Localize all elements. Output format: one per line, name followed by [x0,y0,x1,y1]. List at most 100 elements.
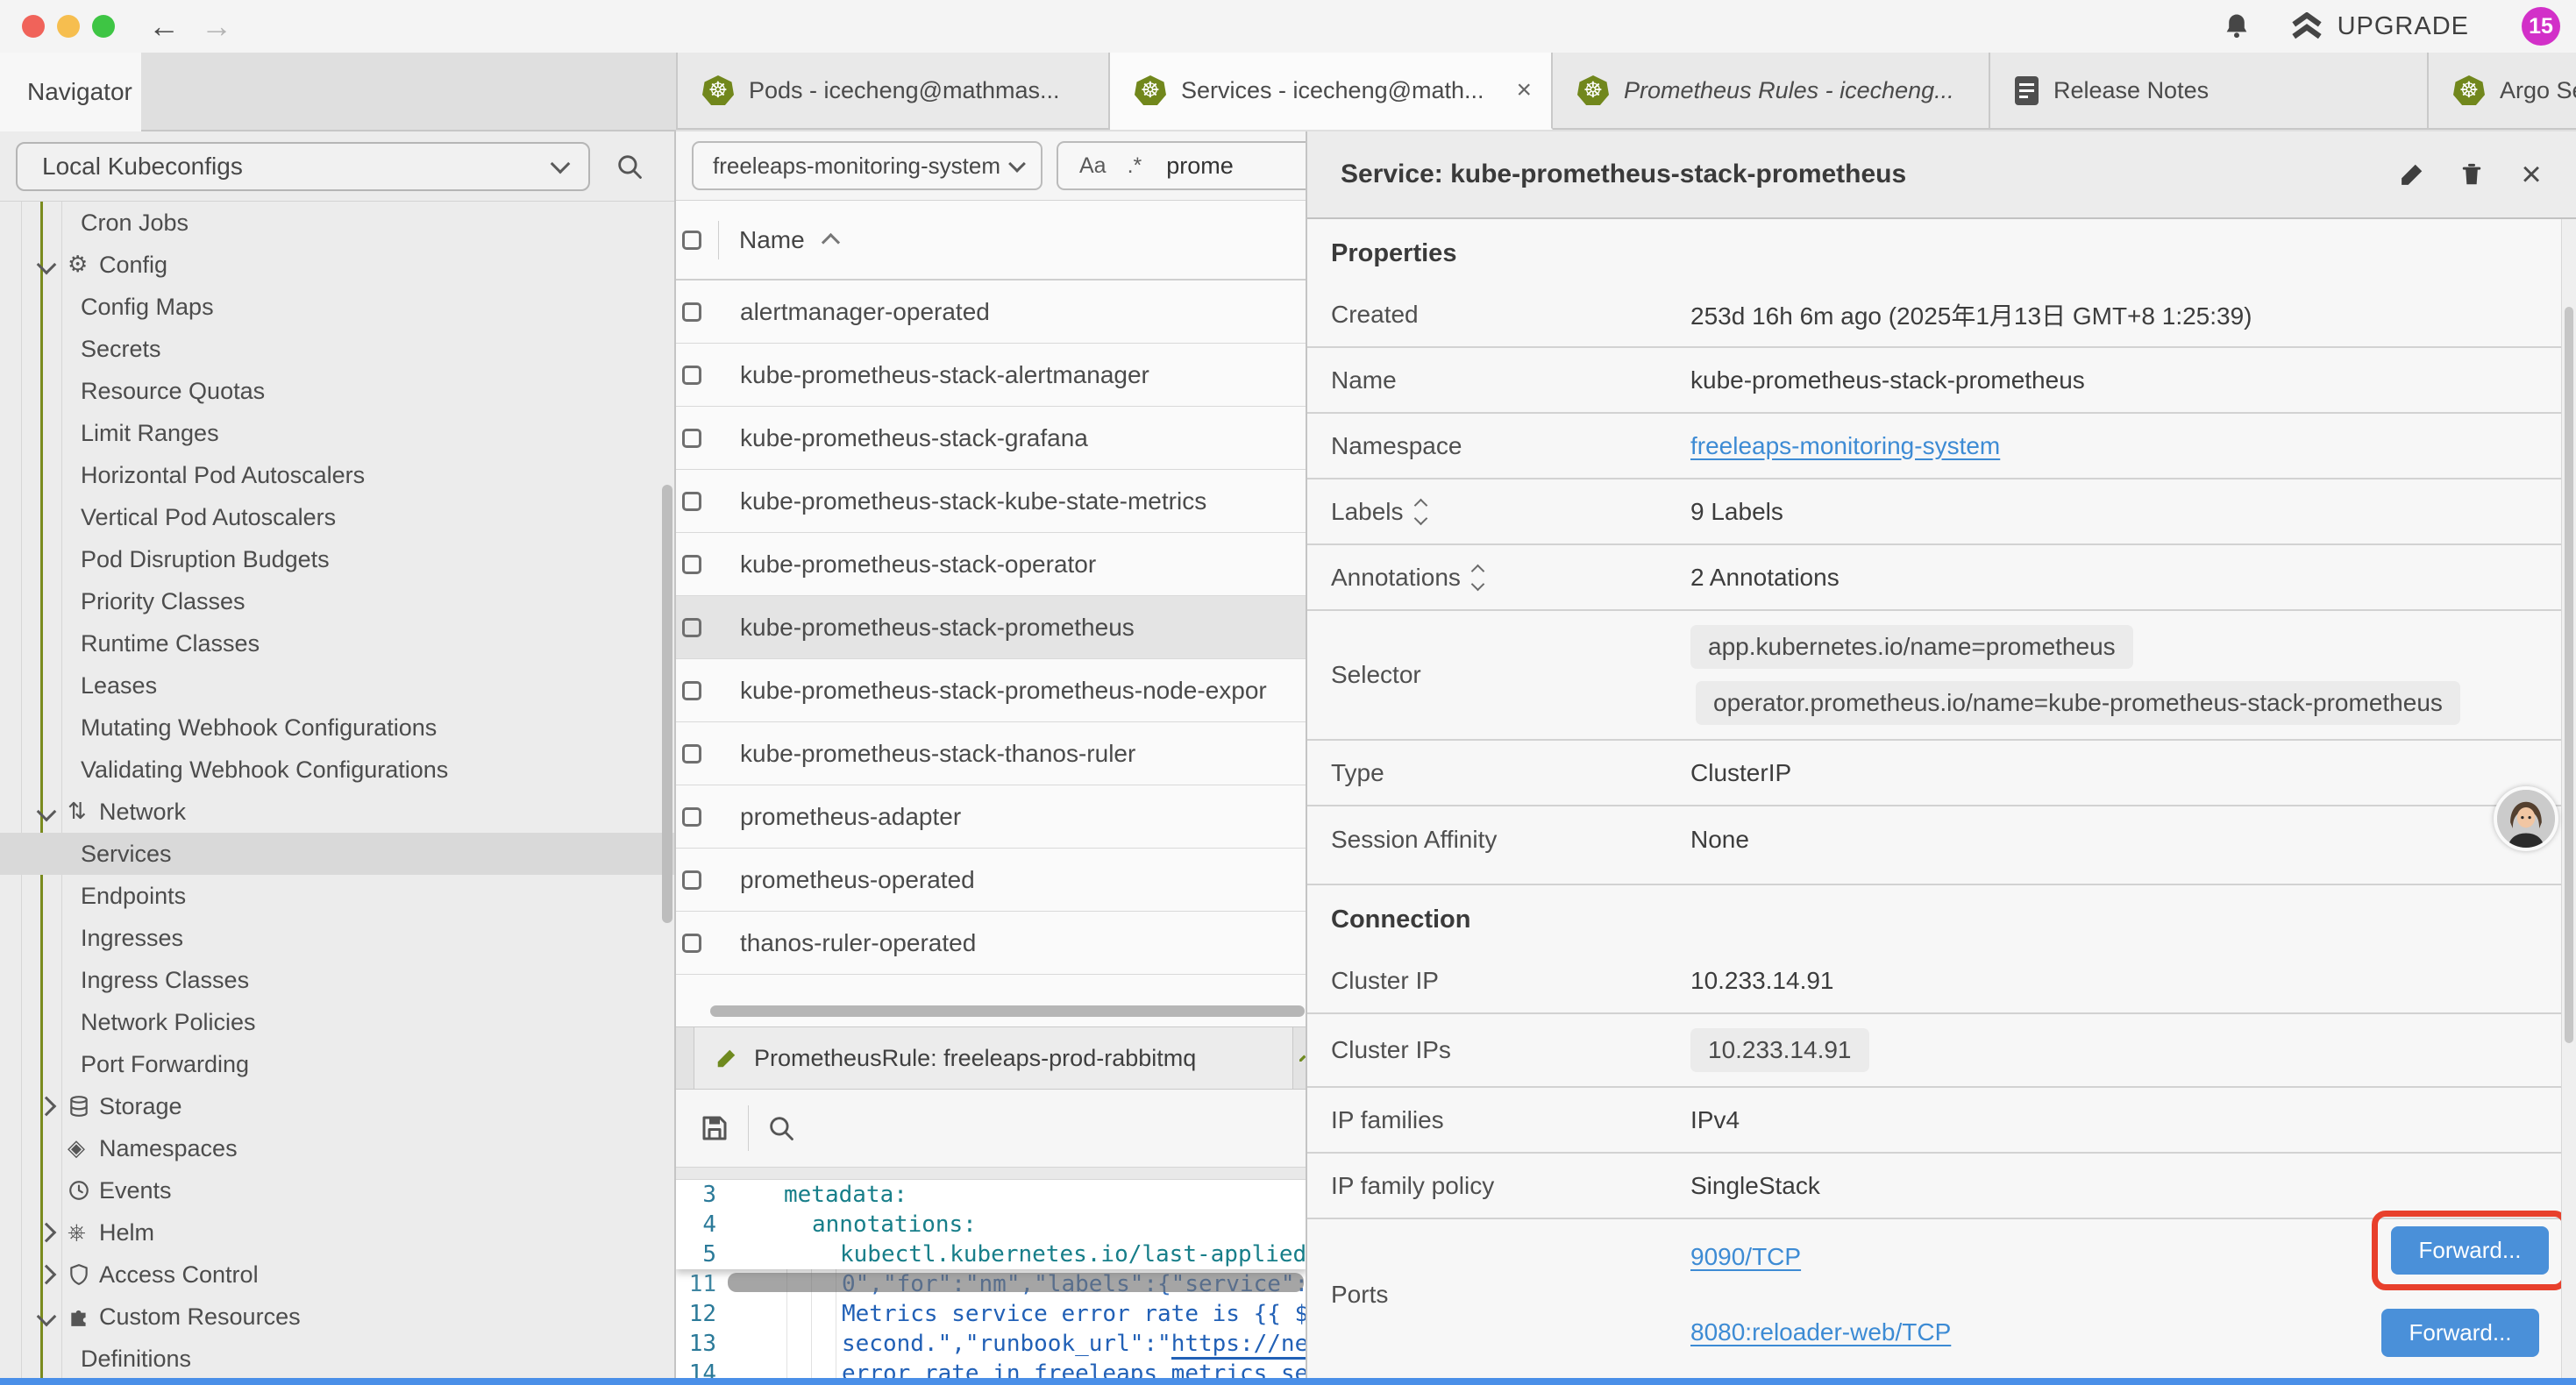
sidebar-item-services[interactable]: Services [0,833,674,875]
table-row[interactable]: prometheus-operated [676,849,1306,912]
maximize-window-button[interactable] [92,15,115,38]
row-checkbox[interactable] [682,744,701,764]
table-row[interactable]: kube-prometheus-stack-thanos-ruler [676,722,1306,785]
tab-close-icon[interactable]: × [1516,75,1532,105]
sidebar-item-endpoints[interactable]: Endpoints [0,875,674,917]
back-arrow-icon[interactable]: ← [148,0,180,53]
forward-arrow-icon[interactable]: → [201,0,232,53]
close-window-button[interactable] [22,15,45,38]
select-all-checkbox[interactable] [682,231,701,250]
table-horizontal-scrollbar[interactable] [710,1005,1305,1017]
row-checkbox[interactable] [682,492,701,511]
chevron-right-icon[interactable] [37,1265,57,1285]
sidebar-item-network-policies[interactable]: Network Policies [0,1001,674,1043]
table-row[interactable]: kube-prometheus-stack-prometheus-node-ex… [676,659,1306,722]
sidebar-item-horizontal-pod-autoscalers[interactable]: Horizontal Pod Autoscalers [0,454,674,496]
close-icon[interactable]: × [2516,160,2546,189]
row-checkbox[interactable] [682,870,701,890]
editor-tab-partial[interactable] [1293,1027,1307,1089]
row-checkbox[interactable] [682,429,701,448]
table-row[interactable]: kube-prometheus-stack-operator [676,533,1306,596]
row-checkbox[interactable] [682,618,701,637]
regex-toggle[interactable]: .* [1128,153,1142,179]
tab-services[interactable]: ☸Services - icecheng@math...× [1110,53,1553,130]
search-icon[interactable] [615,152,644,181]
code-editor[interactable]: 3metadata:4annotations:5kubectl.kubernet… [676,1180,1307,1385]
bell-icon[interactable] [2222,11,2252,42]
sort-toggle-icon[interactable] [1416,501,1426,523]
match-case-toggle[interactable]: Aa [1079,153,1107,179]
property-value-link[interactable]: freeleaps-monitoring-system [1690,432,2000,460]
table-row[interactable]: kube-prometheus-stack-prometheus [676,596,1306,659]
sidebar-item-access-control[interactable]: Access Control [0,1254,674,1296]
sort-ascending-icon[interactable] [822,233,840,252]
avatar[interactable] [2494,786,2558,851]
edit-button[interactable] [2397,160,2427,189]
row-checkbox[interactable] [682,555,701,574]
sidebar-item-runtime-classes[interactable]: Runtime Classes [0,622,674,664]
sidebar-item-config-maps[interactable]: Config Maps [0,286,674,328]
row-checkbox[interactable] [682,681,701,700]
upgrade-button[interactable]: UPGRADE [2290,12,2469,41]
tab-pods[interactable]: ☸Pods - icecheng@mathmas... [676,53,1110,130]
table-row[interactable]: kube-prometheus-stack-alertmanager [676,344,1306,407]
sidebar-item-leases[interactable]: Leases [0,664,674,707]
sidebar-item-mutating-webhook-configurations[interactable]: Mutating Webhook Configurations [0,707,674,749]
tab-argo[interactable]: ☸Argo Se [2429,53,2576,130]
row-checkbox[interactable] [682,934,701,953]
sidebar-item-helm[interactable]: ⎈Helm [0,1211,674,1254]
editor-horizontal-scrollbar[interactable] [728,1273,1304,1292]
sidebar-item-pod-disruption-budgets[interactable]: Pod Disruption Budgets [0,538,674,580]
filter-search-input[interactable]: Aa .* prome [1057,141,1306,190]
table-row[interactable]: kube-prometheus-stack-grafana [676,407,1306,470]
sidebar-item-definitions[interactable]: Definitions [0,1338,674,1380]
tab-prometheus[interactable]: ☸Prometheus Rules - icecheng... [1553,53,1990,130]
sidebar-item-cron-jobs[interactable]: Cron Jobs [0,202,674,244]
save-icon[interactable] [699,1112,730,1144]
navigator-panel-tab[interactable]: Navigator [0,53,141,131]
editor-search-icon[interactable] [766,1113,796,1143]
sidebar-item-custom-resources[interactable]: Custom Resources [0,1296,674,1338]
row-checkbox[interactable] [682,807,701,827]
row-checkbox[interactable] [682,366,701,385]
notification-badge[interactable]: 15 [2522,7,2560,46]
table-row[interactable]: alertmanager-operated [676,281,1306,344]
name-column-header[interactable]: Name [739,226,805,254]
detail-scrollbar-thumb[interactable] [2565,307,2573,1043]
sidebar-item-storage[interactable]: Storage [0,1085,674,1127]
table-row[interactable]: thanos-ruler-operated [676,912,1306,975]
namespace-select[interactable]: freeleaps-monitoring-system [692,141,1042,190]
sidebar-item-ingress-classes[interactable]: Ingress Classes [0,959,674,1001]
sidebar-item-limit-ranges[interactable]: Limit Ranges [0,412,674,454]
chevron-right-icon[interactable] [37,1223,57,1243]
forward-button[interactable]: Forward... [2381,1309,2539,1357]
detail-scrollbar-track[interactable] [2561,219,2576,1385]
sidebar-scrollbar[interactable] [662,485,672,923]
port-link[interactable]: 9090/TCP [1690,1243,1801,1271]
sidebar-item-ingresses[interactable]: Ingresses [0,917,674,959]
chevron-down-icon[interactable] [37,802,57,822]
tab-release[interactable]: Release Notes [1990,53,2429,130]
sidebar-item-namespaces[interactable]: ◈Namespaces [0,1127,674,1169]
sidebar-item-resource-quotas[interactable]: Resource Quotas [0,370,674,412]
sidebar-item-secrets[interactable]: Secrets [0,328,674,370]
sidebar-item-vertical-pod-autoscalers[interactable]: Vertical Pod Autoscalers [0,496,674,538]
port-link[interactable]: 8080:reloader-web/TCP [1690,1318,1951,1346]
chevron-down-icon[interactable] [37,1307,57,1327]
editor-tab-prometheusrule[interactable]: PrometheusRule: freeleaps-prod-rabbitmq [694,1027,1293,1089]
delete-button[interactable] [2457,160,2487,189]
table-row[interactable]: kube-prometheus-stack-kube-state-metrics [676,470,1306,533]
minimize-window-button[interactable] [57,15,80,38]
chevron-right-icon[interactable] [37,1097,57,1117]
sidebar-item-priority-classes[interactable]: Priority Classes [0,580,674,622]
sidebar-item-events[interactable]: Events [0,1169,674,1211]
kubeconfig-select[interactable]: Local Kubeconfigs [16,142,590,191]
sort-toggle-icon[interactable] [1473,566,1483,589]
sidebar-item-validating-webhook-configurations[interactable]: Validating Webhook Configurations [0,749,674,791]
sidebar-item-network[interactable]: ⇅Network [0,791,674,833]
sidebar-item-port-forwarding[interactable]: Port Forwarding [0,1043,674,1085]
forward-button[interactable]: Forward... [2391,1226,2549,1275]
table-row[interactable]: prometheus-adapter [676,785,1306,849]
chevron-down-icon[interactable] [37,255,57,275]
row-checkbox[interactable] [682,302,701,322]
